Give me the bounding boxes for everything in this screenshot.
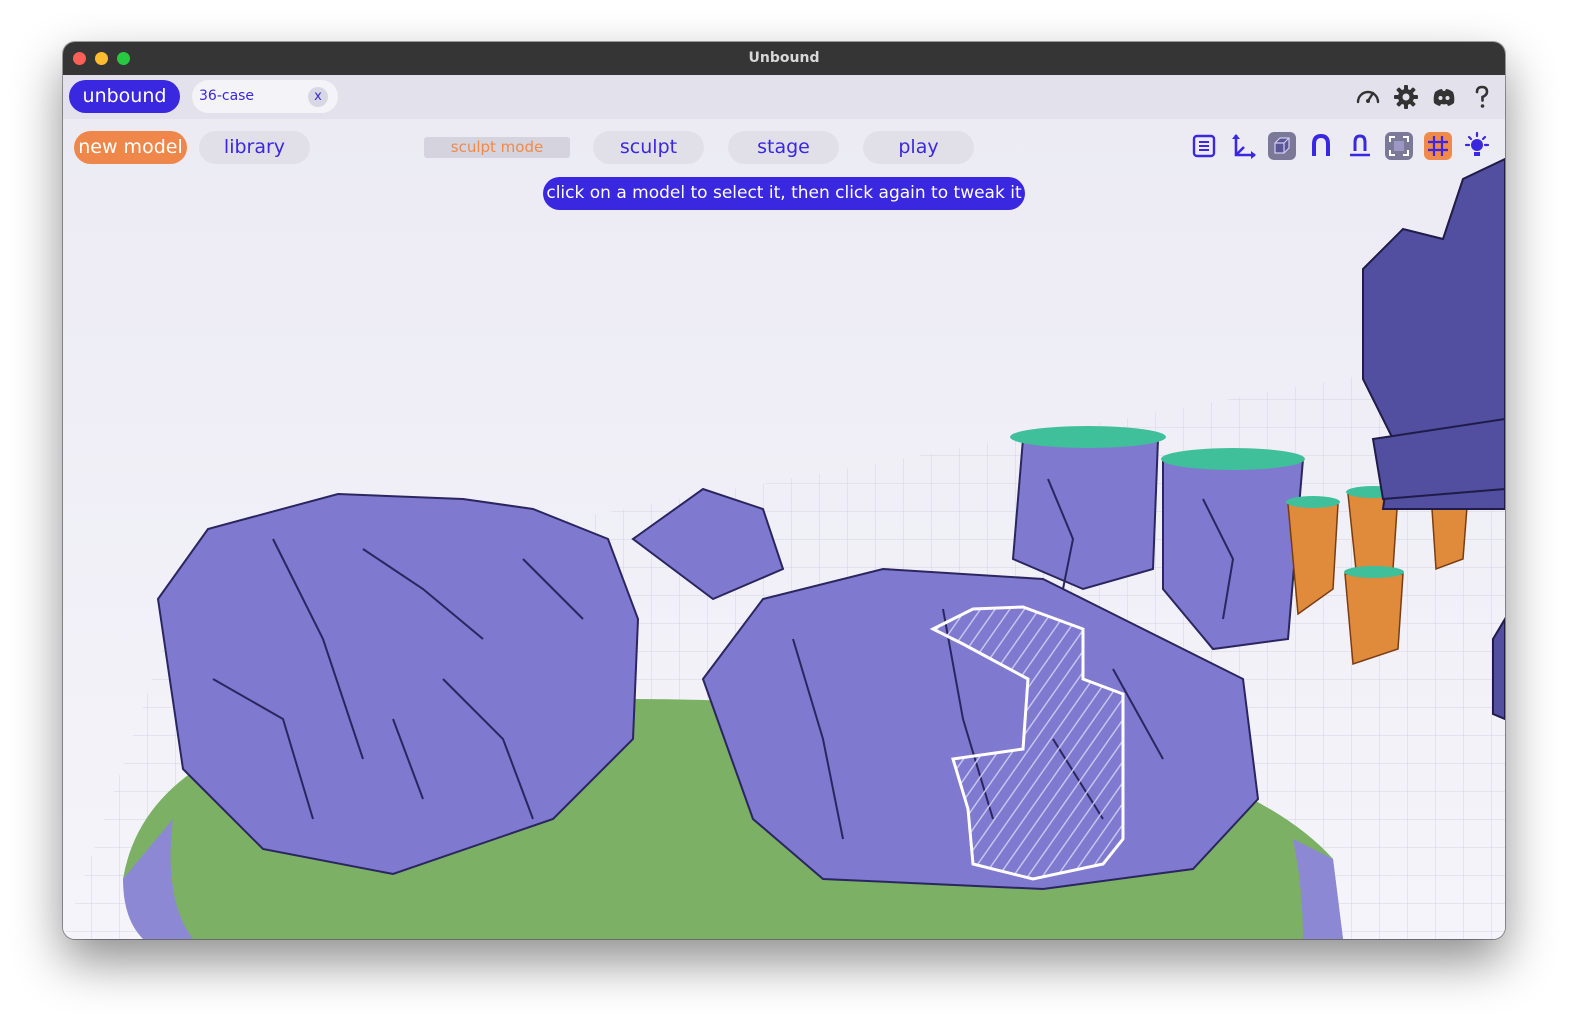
tab-bar: unbound 36-case x <box>63 75 1505 119</box>
box-shading-icon[interactable] <box>1267 131 1297 161</box>
magnet-snap-icon[interactable] <box>1306 131 1336 161</box>
document-tab[interactable]: 36-case x <box>192 80 338 113</box>
new-model-button[interactable]: new model <box>74 131 187 164</box>
gear-icon[interactable] <box>1392 83 1420 111</box>
axes-gizmo-icon[interactable] <box>1228 131 1258 161</box>
hint-tooltip: click on a model to select it, then clic… <box>543 177 1025 210</box>
grid-toggle-icon[interactable] <box>1423 131 1453 161</box>
tab-play[interactable]: play <box>863 131 974 164</box>
performance-gauge-icon[interactable] <box>1354 83 1382 111</box>
app-window: Unbound unbound 36-case x new model libr… <box>63 42 1505 939</box>
window-title: Unbound <box>748 50 820 66</box>
document-tab-label: 36-case <box>199 88 255 104</box>
pin-anchor-icon[interactable] <box>1345 131 1375 161</box>
title-bar: Unbound <box>63 42 1505 75</box>
layers-list-icon[interactable] <box>1189 131 1219 161</box>
help-icon[interactable] <box>1468 83 1496 111</box>
current-mode-label: sculpt mode <box>424 137 570 158</box>
tab-stage[interactable]: stage <box>728 131 839 164</box>
tab-sculpt[interactable]: sculpt <box>593 131 704 164</box>
discord-icon[interactable] <box>1430 83 1458 111</box>
scene-canvas[interactable] <box>63 119 1505 939</box>
library-button[interactable]: library <box>199 131 310 164</box>
close-tab-button[interactable]: x <box>308 87 328 107</box>
frame-focus-icon[interactable] <box>1384 131 1414 161</box>
3d-viewport[interactable]: new model library sculpt mode sculpt sta… <box>63 119 1505 939</box>
app-home-tab[interactable]: unbound <box>69 80 180 113</box>
lighting-sun-icon[interactable] <box>1462 131 1492 161</box>
